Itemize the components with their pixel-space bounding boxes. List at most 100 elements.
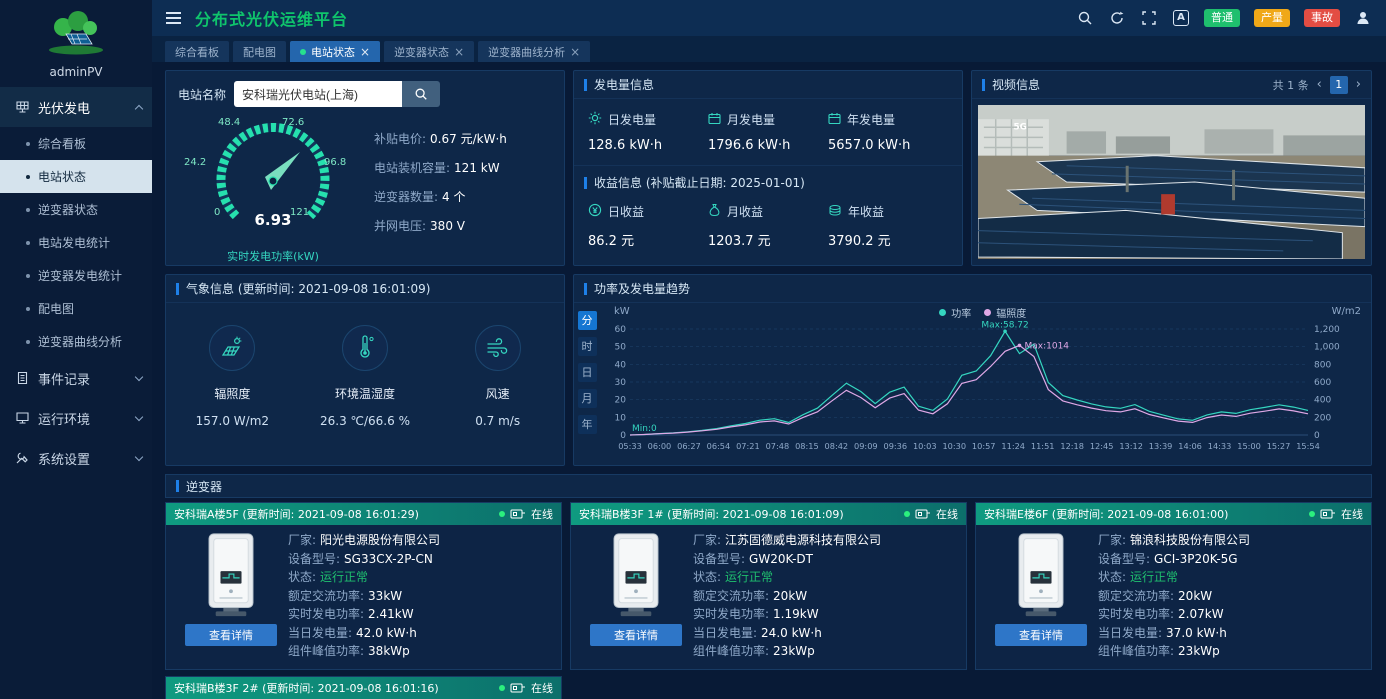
period-hour[interactable]: 时 — [577, 337, 597, 356]
online-dot — [904, 511, 910, 517]
svg-text:30: 30 — [615, 378, 627, 388]
inverter-card: 安科瑞A楼5F (更新时间: 2021-09-08 16:01:29) 在线 查… — [165, 502, 562, 670]
close-icon[interactable]: × — [570, 46, 580, 58]
field-row: 额定交流功率: 33kW — [288, 588, 403, 603]
sidebar-section-settings[interactable]: 系统设置 — [0, 438, 152, 478]
field-row: 状态: 运行正常 — [693, 570, 774, 584]
svg-text:0: 0 — [620, 431, 626, 441]
field-row: 额定交流功率: 20kW — [693, 588, 808, 603]
title-bar — [176, 480, 179, 492]
station-name-input[interactable] — [234, 81, 403, 107]
field-row: 当日发电量: 42.0 kW·h — [288, 625, 417, 640]
power-gauge: 0 24.2 48.4 72.6 96.8 121 6.93 实时发电功率(kW… — [178, 111, 368, 264]
status-badge-normal[interactable]: 普通 — [1204, 9, 1240, 27]
sidebar-item-inverter-status[interactable]: 逆变器状态 — [0, 193, 152, 226]
bullet-icon — [26, 240, 30, 245]
prev-page-icon[interactable]: ‹ — [1317, 78, 1322, 91]
field-row: 状态: 运行正常 — [288, 570, 369, 584]
bullet-icon — [26, 207, 30, 212]
logo-image — [49, 11, 103, 55]
period-day[interactable]: 日 — [577, 363, 597, 382]
period-month[interactable]: 月 — [577, 389, 597, 408]
close-icon[interactable]: × — [360, 46, 370, 58]
svg-text:15:00: 15:00 — [1237, 441, 1261, 451]
monitor-icon — [14, 410, 30, 426]
svg-text:10:03: 10:03 — [913, 441, 937, 451]
content-area: 电站名称 安科瑞光伏电站(上海) 0 24.2 48.4 72.6 96.8 1… — [152, 62, 1386, 699]
period-minute[interactable]: 分 — [577, 311, 597, 330]
gauge-tick: 48.4 — [218, 117, 241, 128]
inverters-section: 逆变器 安科瑞A楼5F (更新时间: 2021-09-08 16:01:29) … — [165, 474, 1372, 699]
chevron-down-icon — [134, 452, 144, 461]
field-row: 设备型号: GCI-3P20K-5G — [1098, 551, 1238, 566]
tab-dashboard[interactable]: 综合看板 — [165, 41, 229, 62]
bullet-icon — [26, 174, 30, 179]
field-row: 厂家: 锦浪科技股份有限公司 — [1098, 533, 1251, 547]
view-details-button[interactable]: 查看详情 — [590, 624, 682, 646]
chevron-up-icon — [134, 104, 144, 113]
svg-text:11:51: 11:51 — [1031, 441, 1055, 451]
page-title: 分布式光伏运维平台 — [195, 10, 349, 29]
sidebar-item-inverter-generation-stats[interactable]: 逆变器发电统计 — [0, 259, 152, 292]
refresh-icon[interactable] — [1108, 9, 1126, 27]
sidebar-section-events[interactable]: 事件记录 — [0, 358, 152, 398]
month-generation: 月发电量 1796.6 kW·h — [708, 112, 791, 153]
svg-text:Max:1014: Max:1014 — [1024, 341, 1069, 351]
month-income: 月收益 1203.7 元 — [708, 204, 771, 249]
sidebar-item-station-status[interactable]: 电站状态 — [0, 160, 152, 193]
svg-text:15:27: 15:27 — [1267, 441, 1291, 451]
power-legend-dot[interactable] — [939, 309, 947, 316]
svg-text:400: 400 — [1314, 396, 1331, 406]
gauge-value: 6.93 — [254, 211, 292, 229]
video-frame[interactable]: 5G — [972, 99, 1371, 265]
gauge-tick: 24.2 — [184, 157, 207, 168]
view-details-button[interactable]: 查看详情 — [995, 624, 1087, 646]
top-header: 分布式光伏运维平台 A 普通 产量 事故 — [152, 0, 1386, 36]
lang-icon[interactable]: A — [1172, 9, 1190, 27]
irradiance-legend-dot[interactable] — [984, 309, 992, 316]
svg-text:10:57: 10:57 — [972, 441, 996, 451]
generation-title: 发电量信息 — [594, 78, 655, 92]
year-income: 年收益 3790.2 元 — [828, 204, 891, 249]
page-number[interactable]: 1 — [1329, 75, 1348, 94]
inverter-card: 安科瑞B楼3F 1# (更新时间: 2021-09-08 16:01:09) 在… — [570, 502, 967, 670]
inverter-card-title: 安科瑞B楼3F 2# (更新时间: 2021-09-08 16:01:16) — [174, 682, 439, 695]
tab-inverter-status[interactable]: 逆变器状态 × — [384, 41, 475, 62]
sidebar-menu: 光伏发电 综合看板 电站状态 逆变器状态 电站发电统计 逆变器发电统计 配电图 … — [0, 87, 152, 478]
svg-text:50: 50 — [615, 343, 627, 353]
svg-text:06:54: 06:54 — [707, 441, 731, 451]
next-page-icon[interactable]: › — [1356, 78, 1361, 91]
tab-inverter-curve-analysis[interactable]: 逆变器曲线分析 × — [478, 41, 591, 62]
status-badge-production[interactable]: 产量 — [1254, 9, 1290, 27]
app-logo: adminPV — [0, 0, 152, 87]
thermometer-icon — [355, 334, 375, 362]
sidebar-item-dashboard[interactable]: 综合看板 — [0, 127, 152, 160]
tab-station-status[interactable]: 电站状态 × — [290, 41, 381, 62]
sidebar-item-distribution-map[interactable]: 配电图 — [0, 292, 152, 325]
sidebar-item-inverter-curve-analysis[interactable]: 逆变器曲线分析 — [0, 325, 152, 358]
user-icon[interactable] — [1354, 9, 1372, 27]
close-icon[interactable]: × — [454, 46, 464, 58]
menu-toggle-icon[interactable] — [166, 12, 181, 24]
sidebar-section-environment[interactable]: 运行环境 — [0, 398, 152, 438]
tab-distribution-map[interactable]: 配电图 — [233, 41, 286, 62]
period-year[interactable]: 年 — [577, 415, 597, 434]
svg-text:5G: 5G — [1013, 122, 1026, 132]
station-panel: 电站名称 安科瑞光伏电站(上海) 0 24.2 48.4 72.6 96.8 1… — [165, 70, 565, 266]
day-income: 日收益 86.2 元 — [588, 203, 645, 249]
coin-icon — [588, 203, 602, 220]
fullscreen-icon[interactable] — [1140, 9, 1158, 27]
field-row: 实时发电功率: 2.07kW — [1098, 607, 1224, 621]
view-details-button[interactable]: 查看详情 — [185, 624, 277, 646]
irradiance-icon — [220, 336, 244, 361]
search-icon[interactable] — [1076, 9, 1094, 27]
station-search-button[interactable] — [402, 81, 441, 107]
online-status: 在线 — [1309, 506, 1363, 522]
chevron-down-icon — [134, 372, 144, 381]
y-axis-unit-left: kW — [614, 306, 630, 317]
status-badge-accident[interactable]: 事故 — [1304, 9, 1340, 27]
period-selector: 分 时 日 月 年 — [574, 303, 600, 466]
svg-text:1,000: 1,000 — [1314, 343, 1340, 353]
sidebar-item-station-generation-stats[interactable]: 电站发电统计 — [0, 226, 152, 259]
sidebar-section-pv[interactable]: 光伏发电 — [0, 87, 152, 127]
